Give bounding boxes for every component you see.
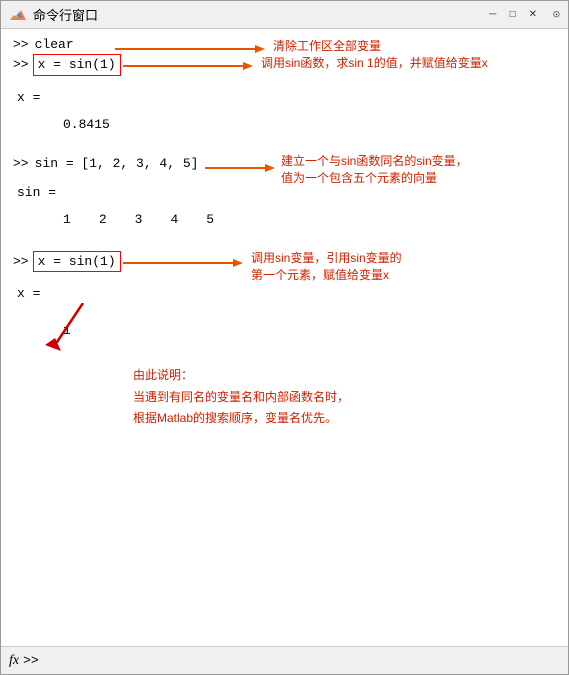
xsin1-section: >> x = sin(1) 调用sin函数，求sin 1的值，并赋值给变量x bbox=[13, 54, 556, 76]
scroll-icon[interactable]: ⊙ bbox=[553, 7, 560, 23]
x2-equals-label: x = bbox=[17, 286, 556, 301]
arrow-2 bbox=[123, 56, 263, 76]
matrix-val-4: 4 bbox=[170, 212, 178, 227]
matlab-window: 命令行窗口 ─ □ ✕ ⊙ >> clear 清除工作区全部变量 >> x = … bbox=[0, 0, 569, 675]
big-red-arrow-icon bbox=[33, 303, 113, 358]
prompt-2: >> bbox=[13, 57, 29, 72]
sin-assign-annotation: 建立一个与sin函数同名的sin变量， 值为一个包含五个元素的向量 bbox=[281, 152, 468, 186]
window-title: 命令行窗口 bbox=[33, 5, 98, 24]
title-bar: 命令行窗口 ─ □ ✕ ⊙ bbox=[1, 1, 568, 29]
sin-assign-code: sin = [1, 2, 3, 4, 5] bbox=[35, 156, 199, 171]
prompt-3: >> bbox=[13, 156, 29, 171]
matrix-val-3: 3 bbox=[135, 212, 143, 227]
blank-5 bbox=[13, 200, 556, 212]
restore-button[interactable]: □ bbox=[505, 7, 521, 23]
blank-1 bbox=[13, 78, 556, 90]
arrow-4 bbox=[123, 253, 253, 273]
clear-annotation: 清除工作区全部变量 bbox=[273, 37, 381, 54]
blank-2 bbox=[13, 105, 556, 117]
matrix-val-2: 2 bbox=[99, 212, 107, 227]
xsin1-code-box: x = sin(1) bbox=[33, 54, 121, 76]
title-bar-left: 命令行窗口 bbox=[9, 5, 98, 24]
x-value: 0.8415 bbox=[63, 117, 556, 132]
matrix-val-1: 1 bbox=[63, 212, 71, 227]
prompt-1: >> bbox=[13, 37, 29, 52]
conclusion-line2: 根据Matlab的搜索顺序，变量名优先。 bbox=[133, 408, 556, 430]
clear-section: >> clear 清除工作区全部变量 bbox=[13, 37, 556, 52]
x2-value: 1 bbox=[63, 313, 556, 338]
xsin1-second-section: >> x = sin(1) 调用sin变量，引用sin变量的 第一个元素，赋值给… bbox=[13, 251, 556, 273]
conclusion-block: 由此说明： 当遇到有同名的变量名和内部函数名时， 根据Matlab的搜索顺序，变… bbox=[133, 365, 556, 430]
conclusion-line1: 当遇到有同名的变量名和内部函数名时， bbox=[133, 387, 556, 409]
bottom-bar: fx >> bbox=[1, 646, 568, 674]
matlab-logo-icon bbox=[9, 6, 27, 24]
sin-equals-label: sin = bbox=[17, 185, 556, 200]
xsin1-annotation: 调用sin函数，求sin 1的值，并赋值给变量x bbox=[261, 54, 488, 71]
content-area[interactable]: >> clear 清除工作区全部变量 >> x = sin(1) 调用sin函数… bbox=[1, 29, 568, 646]
x-equals-label: x = bbox=[17, 90, 556, 105]
matrix-values-row: 1 2 3 4 5 bbox=[63, 212, 556, 227]
matrix-val-5: 5 bbox=[206, 212, 214, 227]
clear-code: clear bbox=[35, 37, 74, 52]
blank-6 bbox=[13, 227, 556, 239]
fx-label: fx bbox=[9, 653, 19, 669]
prompt-4: >> bbox=[13, 254, 29, 269]
sin-assign-section: >> sin = [1, 2, 3, 4, 5] 建立一个与sin函数同名的si… bbox=[13, 156, 556, 171]
arrow-3 bbox=[205, 158, 285, 178]
red-arrow-container: 1 bbox=[13, 313, 556, 353]
conclusion-title: 由此说明： bbox=[133, 365, 556, 387]
window-controls: ─ □ ✕ ⊙ bbox=[485, 7, 560, 23]
xsin1-second-annotation: 调用sin变量，引用sin变量的 第一个元素，赋值给变量x bbox=[251, 249, 402, 283]
minimize-button[interactable]: ─ bbox=[485, 7, 501, 23]
close-button[interactable]: ✕ bbox=[525, 7, 541, 23]
bottom-prompt: >> bbox=[23, 653, 39, 668]
blank-3 bbox=[13, 132, 556, 144]
xsin1-second-code-box: x = sin(1) bbox=[33, 251, 121, 273]
